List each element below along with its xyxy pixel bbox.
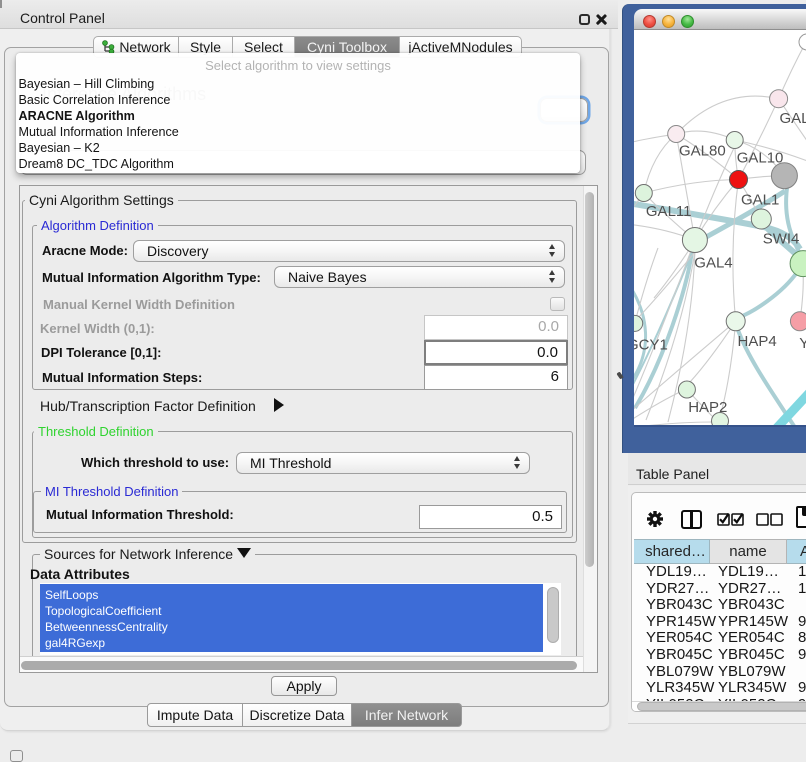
svg-text:HAP4: HAP4 <box>738 333 777 350</box>
svg-text:GAL10: GAL10 <box>737 150 784 167</box>
svg-text:GAL7: GAL7 <box>780 110 806 127</box>
svg-text:Y7: Y7 <box>799 335 806 352</box>
svg-text:GCY1: GCY1 <box>634 337 668 354</box>
svg-text:GAL80: GAL80 <box>679 143 726 160</box>
svg-text:GAL4: GAL4 <box>694 255 732 272</box>
svg-text:HAP2: HAP2 <box>688 399 727 416</box>
svg-text:GAL1: GAL1 <box>741 191 779 208</box>
svg-text:SWI4: SWI4 <box>763 231 800 248</box>
svg-text:GAL11: GAL11 <box>646 203 692 220</box>
